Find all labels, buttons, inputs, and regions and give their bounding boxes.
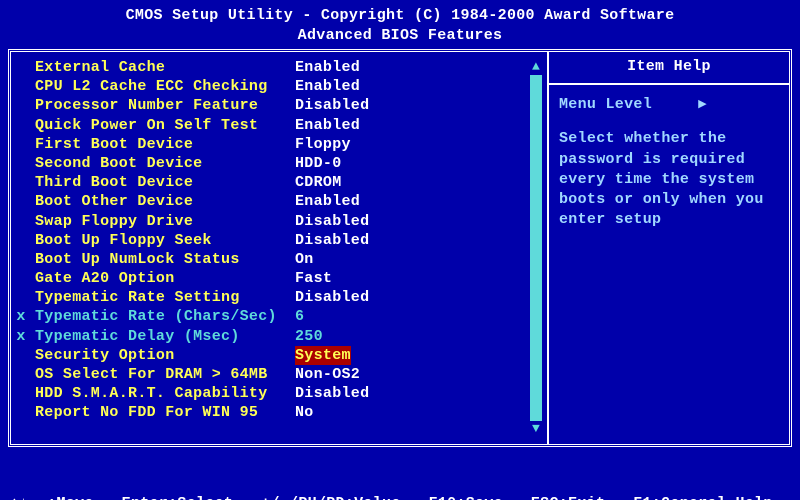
setting-label: External Cache [35, 58, 295, 77]
setting-label: Second Boot Device [35, 154, 295, 173]
setting-row[interactable]: CPU L2 Cache ECC CheckingEnabled [13, 77, 545, 96]
setting-value[interactable]: CDROM [295, 173, 342, 192]
disabled-marker-icon [13, 250, 35, 269]
setting-value[interactable]: No [295, 403, 314, 422]
main-frame: External CacheEnabled CPU L2 Cache ECC C… [8, 49, 792, 447]
setting-value[interactable]: Enabled [295, 77, 360, 96]
disabled-marker-icon [13, 173, 35, 192]
disabled-marker-icon [13, 212, 35, 231]
setting-row[interactable]: Boot Up Floppy SeekDisabled [13, 231, 545, 250]
setting-row[interactable]: OS Select For DRAM > 64MBNon-OS2 [13, 365, 545, 384]
setting-value[interactable]: Disabled [295, 384, 369, 403]
setting-row[interactable]: Third Boot DeviceCDROM [13, 173, 545, 192]
setting-value[interactable]: Disabled [295, 96, 369, 115]
header: CMOS Setup Utility - Copyright (C) 1984-… [0, 0, 800, 49]
setting-row[interactable]: Quick Power On Self TestEnabled [13, 116, 545, 135]
disabled-marker-icon [13, 192, 35, 211]
disabled-marker-icon [13, 116, 35, 135]
setting-label: Typematic Delay (Msec) [35, 327, 295, 346]
setting-label: Quick Power On Self Test [35, 116, 295, 135]
help-body: Menu Level ▸ Select whether the password… [549, 85, 789, 241]
footer: ↑↓←→:Move Enter:Select +/-/PU/PD:Value F… [0, 447, 800, 500]
setting-value[interactable]: Disabled [295, 231, 369, 250]
setting-label: Boot Up Floppy Seek [35, 231, 295, 250]
setting-value[interactable]: Disabled [295, 212, 369, 231]
setting-row[interactable]: Swap Floppy DriveDisabled [13, 212, 545, 231]
footer-line1: ↑↓←→:Move Enter:Select +/-/PU/PD:Value F… [10, 494, 790, 500]
menu-level-label: Menu Level [559, 96, 652, 113]
setting-value[interactable]: Non-OS2 [295, 365, 360, 384]
setting-row[interactable]: x Typematic Delay (Msec)250 [13, 327, 545, 346]
setting-row[interactable]: x Typematic Rate (Chars/Sec)6 [13, 307, 545, 326]
setting-label: Security Option [35, 346, 295, 365]
disabled-marker-icon [13, 269, 35, 288]
help-title: Item Help [549, 52, 789, 85]
setting-label: OS Select For DRAM > 64MB [35, 365, 295, 384]
disabled-marker-icon [13, 77, 35, 96]
help-description: Select whether the password is required … [559, 129, 779, 230]
disabled-marker-icon [13, 288, 35, 307]
setting-label: Third Boot Device [35, 173, 295, 192]
settings-list: External CacheEnabled CPU L2 Cache ECC C… [13, 58, 545, 423]
setting-row[interactable]: HDD S.M.A.R.T. CapabilityDisabled [13, 384, 545, 403]
setting-value[interactable]: Disabled [295, 288, 369, 307]
disabled-marker-icon [13, 231, 35, 250]
setting-label: Swap Floppy Drive [35, 212, 295, 231]
setting-value[interactable]: System [295, 346, 351, 365]
disabled-marker-icon [13, 96, 35, 115]
help-pane: Item Help Menu Level ▸ Select whether th… [549, 52, 789, 444]
disabled-marker-icon [13, 346, 35, 365]
setting-row[interactable]: Gate A20 OptionFast [13, 269, 545, 288]
menu-level: Menu Level ▸ [559, 95, 779, 115]
setting-row[interactable]: External CacheEnabled [13, 58, 545, 77]
setting-row[interactable]: Second Boot DeviceHDD-0 [13, 154, 545, 173]
setting-row[interactable]: Typematic Rate SettingDisabled [13, 288, 545, 307]
setting-value[interactable]: On [295, 250, 314, 269]
setting-row[interactable]: Boot Up NumLock StatusOn [13, 250, 545, 269]
header-line1: CMOS Setup Utility - Copyright (C) 1984-… [0, 6, 800, 26]
scroll-down-icon[interactable]: ▼ [529, 422, 543, 436]
setting-row[interactable]: Report No FDD For WIN 95No [13, 403, 545, 422]
setting-label: Gate A20 Option [35, 269, 295, 288]
setting-label: Typematic Rate (Chars/Sec) [35, 307, 295, 326]
setting-label: HDD S.M.A.R.T. Capability [35, 384, 295, 403]
disabled-marker-icon [13, 403, 35, 422]
setting-label: Typematic Rate Setting [35, 288, 295, 307]
scroll-track[interactable] [530, 75, 542, 421]
setting-label: CPU L2 Cache ECC Checking [35, 77, 295, 96]
setting-value[interactable]: 6 [295, 307, 304, 326]
menu-level-arrow-icon: ▸ [699, 96, 707, 113]
setting-value[interactable]: Enabled [295, 116, 360, 135]
scrollbar[interactable]: ▲ ▼ [529, 60, 543, 436]
setting-value[interactable]: Fast [295, 269, 332, 288]
setting-value[interactable]: 250 [295, 327, 323, 346]
setting-label: Report No FDD For WIN 95 [35, 403, 295, 422]
setting-row[interactable]: Boot Other DeviceEnabled [13, 192, 545, 211]
setting-value[interactable]: Enabled [295, 192, 360, 211]
disabled-marker-icon: x [13, 327, 35, 346]
setting-label: Boot Up NumLock Status [35, 250, 295, 269]
disabled-marker-icon [13, 365, 35, 384]
disabled-marker-icon [13, 154, 35, 173]
setting-row[interactable]: Security OptionSystem [13, 346, 545, 365]
setting-label: Processor Number Feature [35, 96, 295, 115]
setting-label: First Boot Device [35, 135, 295, 154]
disabled-marker-icon: x [13, 307, 35, 326]
header-line2: Advanced BIOS Features [0, 26, 800, 46]
setting-value[interactable]: HDD-0 [295, 154, 342, 173]
disabled-marker-icon [13, 58, 35, 77]
settings-pane: External CacheEnabled CPU L2 Cache ECC C… [11, 52, 549, 444]
setting-value[interactable]: Floppy [295, 135, 351, 154]
setting-row[interactable]: First Boot DeviceFloppy [13, 135, 545, 154]
disabled-marker-icon [13, 384, 35, 403]
setting-label: Boot Other Device [35, 192, 295, 211]
setting-row[interactable]: Processor Number FeatureDisabled [13, 96, 545, 115]
scroll-up-icon[interactable]: ▲ [529, 60, 543, 74]
setting-value[interactable]: Enabled [295, 58, 360, 77]
disabled-marker-icon [13, 135, 35, 154]
